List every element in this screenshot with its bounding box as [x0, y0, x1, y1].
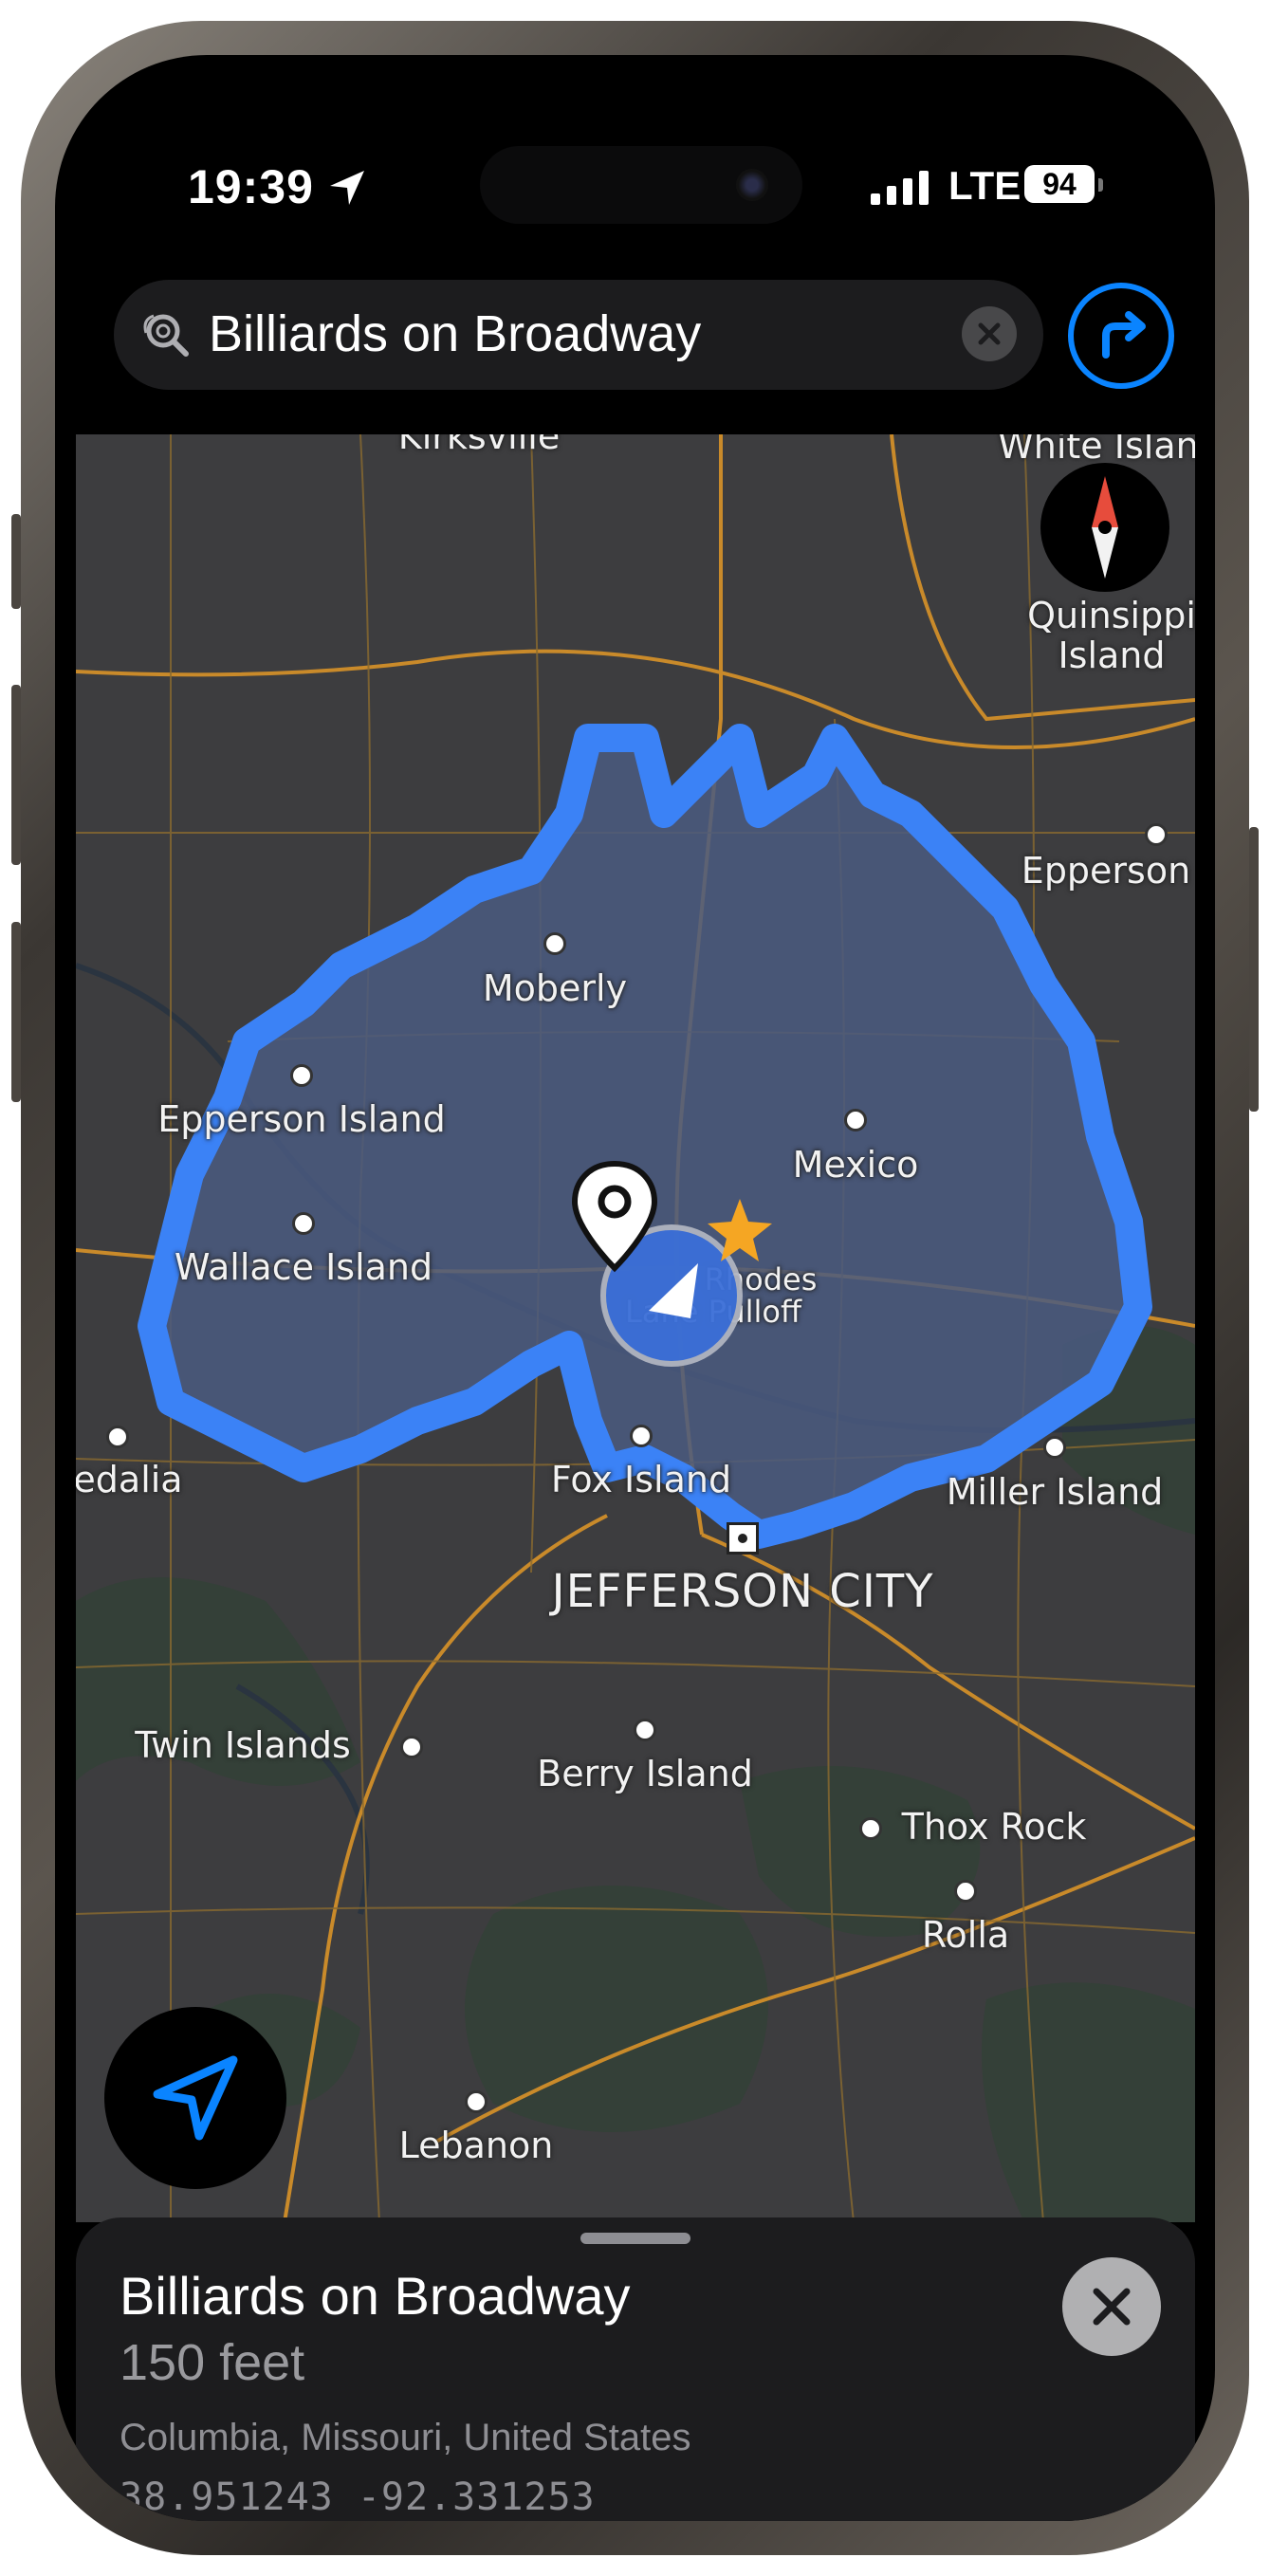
place-title: Billiards on Broadway — [120, 2266, 631, 2326]
dynamic-island — [480, 146, 802, 224]
sheet-grabber[interactable] — [580, 2233, 690, 2244]
map-label-rolla: Rolla — [921, 1914, 1010, 1956]
map-label-jefferson-city: JEFFERSON CITY — [551, 1565, 934, 1618]
map-view[interactable]: Kirksville White Island Quinsippi Island… — [76, 434, 1195, 2222]
map-label-berry-island: Berry Island — [537, 1753, 753, 1794]
directions-button[interactable] — [1068, 283, 1174, 389]
capital-marker[interactable] — [727, 1522, 759, 1555]
clear-search-button[interactable] — [962, 306, 1017, 361]
city-marker[interactable] — [630, 1425, 653, 1447]
city-marker[interactable] — [292, 1212, 315, 1235]
front-camera — [736, 169, 768, 201]
map-label-sedalia: edalia — [76, 1459, 183, 1500]
close-sheet-button[interactable] — [1062, 2257, 1161, 2356]
city-marker[interactable] — [290, 1064, 313, 1087]
map-label-twin-islands: Twin Islands — [135, 1724, 351, 1766]
map-label-white-island: White Island — [998, 434, 1195, 467]
volume-up-button — [11, 685, 21, 865]
status-bar: 19:39 LTE 94 — [55, 146, 1215, 224]
city-marker[interactable] — [844, 1109, 867, 1132]
city-marker[interactable] — [400, 1736, 423, 1758]
favorite-star-icon[interactable] — [702, 1193, 778, 1269]
clear-icon — [978, 322, 1001, 345]
route-turn-icon — [1102, 311, 1146, 359]
compass-button[interactable] — [1040, 463, 1169, 592]
map-label-moberly: Moberly — [482, 967, 628, 1009]
place-coordinates: 38.951243 -92.331253 — [120, 2475, 596, 2519]
map-label-kirksville: Kirksville — [397, 434, 561, 457]
city-marker[interactable] — [106, 1426, 129, 1448]
map-label-thox-rock: Thox Rock — [901, 1806, 1087, 1848]
compass-icon — [1092, 476, 1118, 579]
search-location-icon — [143, 314, 189, 357]
city-marker[interactable] — [543, 932, 566, 955]
search-bar[interactable]: Billiards on Broadway — [114, 280, 1043, 390]
location-arrow-icon — [153, 2055, 238, 2141]
close-icon — [1093, 2288, 1131, 2326]
phone-frame: 19:39 LTE 94 Billiards on Broadway Kirks… — [11, 21, 1259, 2555]
signal-bars-icon — [871, 171, 929, 205]
city-marker[interactable] — [859, 1817, 882, 1840]
location-services-icon — [330, 171, 364, 205]
battery-indicator: 94 — [1024, 165, 1095, 203]
action-button — [11, 514, 21, 609]
place-details-sheet[interactable]: Billiards on Broadway 150 feet Columbia,… — [76, 2217, 1195, 2521]
place-distance: 150 feet — [120, 2334, 305, 2391]
map-label-wallace-island: Wallace Island — [174, 1246, 433, 1288]
map-label-mexico: Mexico — [792, 1144, 919, 1186]
battery-tip — [1098, 178, 1103, 192]
map-label-epperson-island: Epperson Island — [157, 1098, 446, 1140]
map-label-lebanon: Lebanon — [398, 2125, 554, 2166]
recenter-location-button[interactable] — [104, 2007, 286, 2189]
city-marker[interactable] — [1145, 823, 1168, 846]
search-input[interactable]: Billiards on Broadway — [209, 304, 701, 363]
network-type: LTE — [948, 163, 1022, 208]
phone-screen: 19:39 LTE 94 Billiards on Broadway Kirks… — [55, 55, 1215, 2521]
map-label-fox-island: Fox Island — [550, 1459, 732, 1500]
volume-down-button — [11, 922, 21, 1102]
city-marker[interactable] — [465, 2090, 488, 2113]
place-address: Columbia, Missouri, United States — [120, 2417, 691, 2458]
map-label-quinsippi-island: Quinsippi Island — [1027, 595, 1195, 676]
status-time: 19:39 — [188, 160, 314, 213]
city-marker[interactable] — [634, 1719, 656, 1741]
city-marker[interactable] — [1043, 1436, 1066, 1459]
map-label-epperson: Epperson — [1021, 850, 1191, 892]
city-marker[interactable] — [954, 1880, 977, 1903]
map-label-miller-island: Miller Island — [946, 1471, 1164, 1513]
power-button — [1249, 827, 1259, 1112]
place-pin-icon[interactable] — [567, 1160, 662, 1274]
